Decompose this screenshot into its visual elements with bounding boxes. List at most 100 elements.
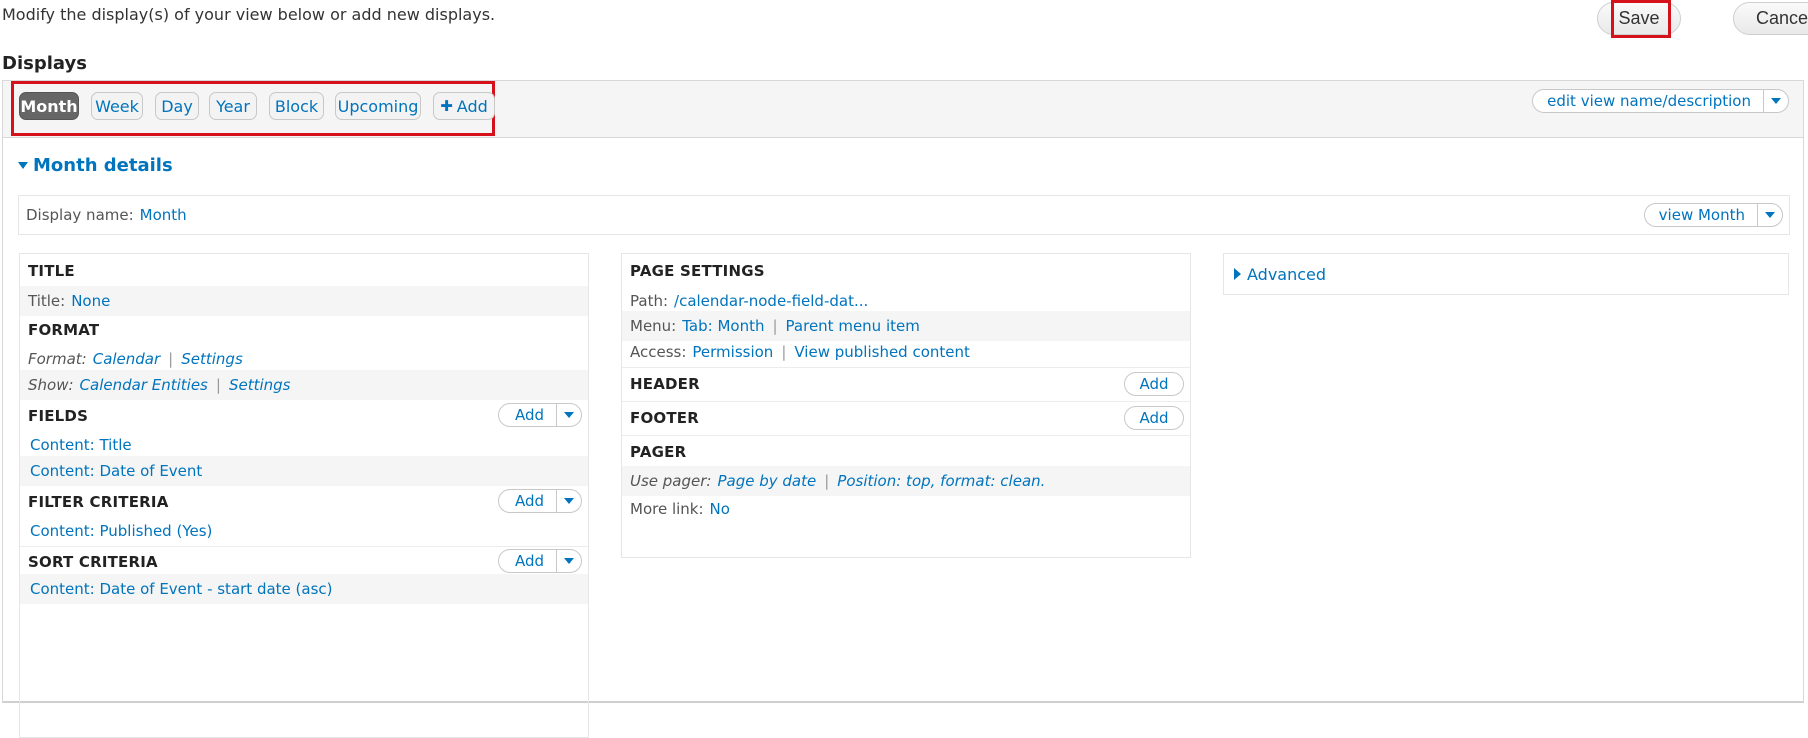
fields-add-dropbutton[interactable]: Add <box>497 403 582 427</box>
view-month-toggle[interactable] <box>1757 204 1782 226</box>
display-name-link[interactable]: Month <box>140 206 187 224</box>
cancel-button[interactable]: Cancel <box>1733 2 1808 35</box>
edit-view-toggle[interactable] <box>1763 90 1788 112</box>
title-heading: TITLE <box>28 262 75 280</box>
format-settings-link[interactable]: Settings <box>181 350 243 368</box>
show-settings-link[interactable]: Settings <box>229 376 291 394</box>
format-section-header: FORMAT <box>20 315 588 345</box>
chevron-down-icon <box>1771 98 1781 104</box>
path-link[interactable]: /calendar-node-field-dat... <box>674 292 868 310</box>
tab-week[interactable]: Week <box>91 92 143 120</box>
chevron-down-icon <box>1765 212 1775 218</box>
title-section-header: TITLE <box>20 256 588 286</box>
more-link-row: More link: No <box>622 494 1190 524</box>
edit-view-link[interactable]: edit view name/description <box>1533 90 1763 112</box>
menu-label: Menu: <box>630 317 677 335</box>
filter-item: Content: Published (Yes) <box>20 516 588 546</box>
fields-add-toggle[interactable] <box>556 404 581 426</box>
page-settings-heading: PAGE SETTINGS <box>630 262 765 280</box>
separator: | <box>168 350 174 368</box>
chevron-down-icon <box>564 498 574 504</box>
show-value-link[interactable]: Calendar Entities <box>80 376 208 394</box>
advanced-link[interactable]: Advanced <box>1247 265 1326 284</box>
show-row: Show: Calendar Entities | Settings <box>20 370 588 400</box>
tab-month[interactable]: Month <box>19 92 79 120</box>
use-pager-label: Use pager: <box>630 472 712 490</box>
filter-add-link[interactable]: Add <box>499 490 556 512</box>
displays-panel: Month Week Day Year Block Upcoming ✚ Add… <box>2 80 1804 738</box>
tab-year[interactable]: Year <box>209 92 257 120</box>
caret-right-icon <box>1234 268 1241 280</box>
access-detail-link[interactable]: View published content <box>794 343 970 361</box>
sort-add-link[interactable]: Add <box>499 550 556 572</box>
pager-position-link[interactable]: Position: top, format: clean. <box>837 472 1045 490</box>
plus-icon: ✚ <box>440 97 453 115</box>
format-label: Format: <box>28 350 87 368</box>
more-link-label: More link: <box>630 500 704 518</box>
add-display-label: Add <box>456 96 488 116</box>
view-month-dropbutton[interactable]: view Month <box>1643 203 1783 227</box>
sort-add-dropbutton[interactable]: Add <box>497 549 582 573</box>
month-details-toggle[interactable]: Month details <box>18 155 173 176</box>
display-tabs-bar: Month Week Day Year Block Upcoming ✚ Add… <box>3 81 1803 138</box>
chevron-down-icon <box>564 412 574 418</box>
fields-section-header: FIELDS Add <box>20 401 588 431</box>
menu-tab-link[interactable]: Tab: Month <box>682 317 764 335</box>
header-section: HEADER Add <box>622 367 1190 400</box>
footer-add-button[interactable]: Add <box>1124 406 1184 430</box>
sort-date-link[interactable]: Content: Date of Event - start date (asc… <box>30 580 333 598</box>
sort-add-toggle[interactable] <box>556 550 581 572</box>
pager-heading: PAGER <box>630 443 687 461</box>
filter-add-toggle[interactable] <box>556 490 581 512</box>
path-label: Path: <box>630 292 669 310</box>
field-item: Content: Date of Event <box>20 456 588 486</box>
filter-published-link[interactable]: Content: Published (Yes) <box>30 522 212 540</box>
show-label: Show: <box>28 376 74 394</box>
tab-day[interactable]: Day <box>155 92 199 120</box>
sort-heading: SORT CRITERIA <box>28 552 158 571</box>
header-add-button[interactable]: Add <box>1124 372 1184 396</box>
field-date-link[interactable]: Content: Date of Event <box>30 462 202 480</box>
tab-upcoming[interactable]: Upcoming <box>335 92 421 120</box>
edit-view-dropbutton[interactable]: edit view name/description <box>1532 89 1789 113</box>
fields-add-link[interactable]: Add <box>499 404 556 426</box>
view-month-link[interactable]: view Month <box>1645 204 1757 226</box>
separator: | <box>772 317 778 335</box>
title-row: Title: None <box>20 286 588 316</box>
footer-heading: FOOTER <box>630 409 699 427</box>
access-permission-link[interactable]: Permission <box>692 343 773 361</box>
add-display-button[interactable]: ✚ Add <box>433 92 495 120</box>
chevron-down-icon <box>564 558 574 564</box>
header-heading: HEADER <box>630 375 700 393</box>
caret-down-icon <box>18 162 28 169</box>
column-left: TITLE Title: None FORMAT Format: Calenda… <box>19 253 589 738</box>
more-link-value[interactable]: No <box>710 500 730 518</box>
format-value-link[interactable]: Calendar <box>93 350 160 368</box>
column-right: Advanced <box>1223 253 1789 295</box>
displays-heading: Displays <box>2 53 87 74</box>
fields-heading: FIELDS <box>28 407 89 425</box>
tab-block[interactable]: Block <box>269 92 324 120</box>
display-name-label: Display name: <box>26 206 134 224</box>
field-title-link[interactable]: Content: Title <box>30 436 132 454</box>
month-details-title: Month details <box>33 155 173 176</box>
access-label: Access: <box>630 343 687 361</box>
parent-menu-link[interactable]: Parent menu item <box>786 317 920 335</box>
use-pager-link[interactable]: Page by date <box>717 472 816 490</box>
intro-text: Modify the display(s) of your view below… <box>2 5 496 24</box>
filter-add-dropbutton[interactable]: Add <box>497 489 582 513</box>
format-heading: FORMAT <box>28 321 100 339</box>
separator: | <box>781 343 787 361</box>
footer-section: FOOTER Add <box>622 401 1190 434</box>
use-pager-row: Use pager: Page by date | Position: top,… <box>622 466 1190 496</box>
access-row: Access: Permission | View published cont… <box>622 337 1190 367</box>
sort-item: Content: Date of Event - start date (asc… <box>20 574 588 604</box>
filter-heading: FILTER CRITERIA <box>28 493 169 511</box>
sort-section-header: SORT CRITERIA Add <box>20 546 588 576</box>
title-value-link[interactable]: None <box>71 292 110 310</box>
display-name-row: Display name: Month view Month <box>18 195 1790 235</box>
page-settings-header: PAGE SETTINGS <box>622 256 1190 286</box>
column-middle: PAGE SETTINGS Path: /calendar-node-field… <box>621 253 1191 558</box>
advanced-toggle[interactable]: Advanced <box>1224 259 1788 289</box>
save-button[interactable]: Save <box>1597 2 1681 35</box>
